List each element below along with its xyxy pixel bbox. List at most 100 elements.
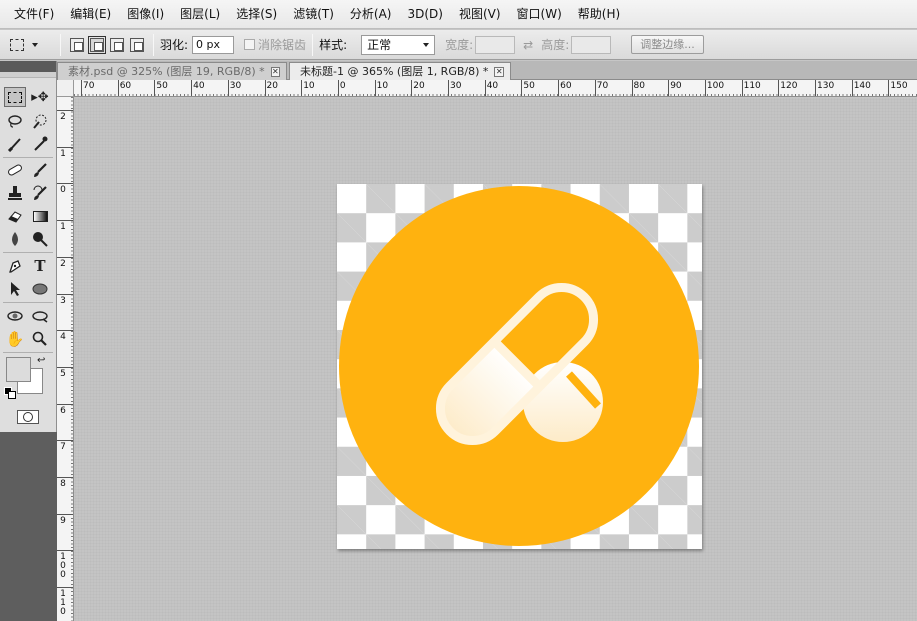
menu-filter[interactable]: 滤镜(T) (285, 0, 342, 29)
ruler-tick (521, 80, 523, 96)
pen-icon[interactable] (4, 256, 26, 276)
menu-layer[interactable]: 图层(L) (172, 0, 228, 29)
intersect-selection-mode-button[interactable] (130, 37, 144, 52)
ruler-tick (337, 80, 339, 96)
panel-gap (0, 432, 57, 621)
tab-document-1[interactable]: 素材.psd @ 325% (图层 19, RGB/8) * ✕ (57, 62, 287, 80)
chevron-down-icon (423, 42, 430, 47)
lasso-icon[interactable] (4, 111, 26, 131)
tab-document-2[interactable]: 未标题-1 @ 365% (图层 1, RGB/8) * ✕ (289, 62, 511, 80)
ruler-label: 120 (780, 81, 798, 91)
toolbox-grip[interactable] (0, 61, 56, 72)
document-tab-strip: 素材.psd @ 325% (图层 19, RGB/8) * ✕ 未标题-1 @… (57, 61, 917, 80)
rect-marquee-icon[interactable] (4, 87, 26, 107)
default-colors-icon[interactable] (4, 387, 16, 399)
subtract-from-selection-mode-button[interactable] (110, 37, 124, 52)
ruler-tick (888, 80, 890, 96)
width-input[interactable] (475, 35, 516, 54)
ruler-label: 20 (413, 81, 425, 91)
height-input[interactable] (571, 35, 612, 54)
antialias-checkbox[interactable] (244, 39, 256, 50)
ruler-label: 10 (303, 81, 315, 91)
ruler-tick (57, 220, 73, 222)
ruler-label: 2 (60, 258, 66, 269)
ruler-label: 70 (596, 81, 609, 91)
ruler-tick (264, 80, 266, 96)
eraser-icon[interactable] (4, 206, 26, 226)
menu-bar: 文件(F) 编辑(E) 图像(I) 图层(L) 选择(S) 滤镜(T) 分析(A… (0, 0, 917, 29)
ruler-label: 6 (60, 405, 66, 416)
ruler-tick (57, 330, 73, 332)
ruler-tick (57, 587, 73, 589)
close-icon[interactable]: ✕ (270, 66, 280, 77)
menu-image[interactable]: 图像(I) (119, 0, 172, 29)
3d-rotate-icon[interactable] (4, 306, 26, 326)
type-icon[interactable]: T (29, 256, 51, 276)
menu-analysis[interactable]: 分析(A) (342, 0, 400, 29)
new-selection-mode-button[interactable] (70, 37, 84, 52)
add-to-selection-mode-button[interactable] (88, 35, 106, 54)
menu-select[interactable]: 选择(S) (228, 0, 285, 29)
ruler-tick (778, 80, 780, 96)
rect-marquee-icon (10, 38, 24, 51)
ruler-tick (558, 80, 560, 96)
width-label: 宽度: (445, 38, 474, 52)
ellipse-shape-icon[interactable] (29, 279, 51, 299)
ruler-tick (57, 256, 73, 258)
ruler-label: 110 (743, 81, 761, 91)
ruler-origin[interactable] (57, 80, 74, 97)
quick-mask-button[interactable] (17, 410, 39, 424)
separator (312, 33, 314, 56)
options-bar: 羽化: 0 px 消除锯齿 样式: 正常 宽度: ⇄ 高度: 调整边缘... (0, 30, 917, 60)
path-selection-icon[interactable] (4, 279, 26, 299)
style-select[interactable]: 正常 (361, 34, 436, 55)
ruler-tick (57, 477, 73, 478)
history-brush-icon[interactable] (29, 183, 51, 203)
document-canvas[interactable] (337, 184, 702, 549)
ruler-label: 1 (60, 148, 66, 159)
ruler-tick (81, 80, 82, 96)
menu-help[interactable]: 帮助(H) (570, 0, 628, 29)
ruler-tick (374, 80, 376, 96)
close-icon[interactable]: ✕ (494, 66, 504, 77)
separator (153, 33, 154, 56)
clone-stamp-icon[interactable] (4, 183, 26, 203)
ruler-label: 9 (60, 515, 66, 526)
menu-edit[interactable]: 编辑(E) (62, 0, 119, 29)
spot-healing-icon[interactable] (4, 160, 26, 180)
refine-edge-button[interactable]: 调整边缘... (631, 35, 704, 54)
menu-window[interactable]: 窗口(W) (509, 0, 570, 29)
ruler-label: 40 (193, 81, 205, 91)
tab-title: 素材.psd @ 325% (图层 19, RGB/8) * (68, 64, 265, 78)
ruler-label: 3 (60, 295, 66, 306)
blur-icon[interactable] (4, 229, 26, 249)
ruler-label: 1 (60, 222, 66, 233)
brush-icon[interactable] (29, 160, 51, 180)
foreground-color-swatch[interactable] (6, 357, 31, 382)
swap-width-height-icon[interactable]: ⇄ (523, 38, 533, 52)
swap-colors-icon[interactable]: ↩ (37, 355, 45, 366)
hand-icon[interactable]: ✋ (4, 329, 26, 349)
gradient-icon[interactable] (29, 206, 51, 226)
zoom-icon[interactable] (29, 329, 51, 349)
ruler-label: 20 (266, 81, 278, 91)
menu-view[interactable]: 视图(V) (451, 0, 509, 29)
ruler-tick (668, 80, 670, 96)
menu-file[interactable]: 文件(F) (6, 0, 62, 29)
feather-input[interactable]: 0 px (192, 35, 235, 54)
dodge-icon[interactable] (29, 229, 51, 249)
quick-selection-icon[interactable] (29, 111, 51, 131)
ruler-tick (57, 146, 73, 148)
antialias-label: 消除锯齿 (258, 38, 307, 52)
3d-orbit-icon[interactable] (29, 306, 51, 326)
ruler-tick (191, 80, 193, 96)
tool-preset-picker[interactable] (10, 34, 54, 56)
height-label: 高度: (541, 38, 570, 52)
separator (60, 33, 61, 56)
ruler-tick (741, 80, 743, 96)
crop-icon[interactable] (4, 134, 26, 154)
ruler-tick (57, 513, 73, 515)
move-icon[interactable]: ▸✥ (29, 87, 51, 107)
eyedropper-icon[interactable] (29, 134, 51, 154)
menu-3d[interactable]: 3D(D) (399, 0, 450, 29)
